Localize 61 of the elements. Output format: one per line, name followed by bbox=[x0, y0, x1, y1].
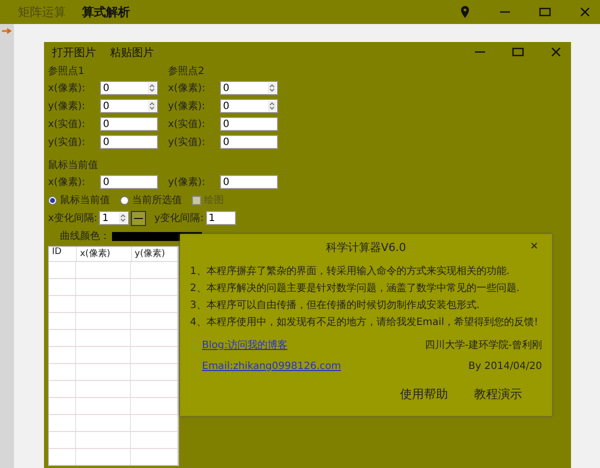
spin-field[interactable]: 0 bbox=[220, 81, 278, 95]
spinner-icon[interactable] bbox=[268, 101, 276, 111]
input-field[interactable]: 0 bbox=[220, 175, 278, 189]
dialog-button[interactable]: 使用帮助 bbox=[398, 385, 450, 404]
line-style-button[interactable] bbox=[131, 210, 146, 226]
column-header: x(像素) bbox=[76, 247, 132, 261]
dialog-title: 科学计算器V6.0 bbox=[326, 240, 406, 255]
arrow-icon bbox=[2, 28, 12, 34]
spin-field[interactable]: 1 bbox=[99, 211, 130, 225]
info-line: 3、本程序可以自由传播，但在传播的时候切勿制作成安装包形式. bbox=[190, 298, 481, 312]
radio-button[interactable] bbox=[48, 196, 57, 204]
field-label: x(像素): bbox=[48, 82, 86, 95]
spin-field[interactable]: 0 bbox=[100, 81, 158, 95]
info-line: 1、本程序摒弃了繁杂的界面，转采用输入命令的方式来实现相关的功能. bbox=[190, 264, 511, 278]
info-line: 4、本程序使用中，如发现有不足的地方，请给我发Email，希望得到您的反馈! bbox=[190, 316, 540, 329]
group-title: 参照点2 bbox=[168, 64, 206, 78]
field-label: y变化间隔: bbox=[154, 212, 204, 225]
radio-option[interactable]: 鼠标当前值 bbox=[48, 193, 110, 207]
input-field[interactable]: 0 bbox=[220, 117, 278, 131]
group-title: 鼠标当前值 bbox=[48, 158, 99, 172]
field-label: x(像素): bbox=[48, 176, 86, 189]
close-icon[interactable] bbox=[549, 45, 563, 59]
spinner-icon[interactable] bbox=[268, 83, 276, 93]
column-header: y(像素) bbox=[132, 247, 178, 261]
spin-field[interactable]: 0 bbox=[100, 99, 158, 113]
maximize-icon[interactable] bbox=[511, 45, 525, 59]
field-label: x(实值): bbox=[48, 118, 86, 131]
menu-tab[interactable]: 算式解析 bbox=[82, 4, 130, 20]
field-label: y(实值): bbox=[168, 136, 206, 149]
field-label: y(实值): bbox=[48, 136, 86, 149]
date-text: By 2014/04/20 bbox=[468, 361, 542, 372]
field-label: y(像素): bbox=[168, 100, 206, 113]
field-label: x(像素): bbox=[168, 82, 206, 95]
dialog-button[interactable]: 教程演示 bbox=[472, 385, 524, 404]
radio-button[interactable] bbox=[120, 196, 129, 204]
field-label: x(实值): bbox=[168, 118, 206, 131]
toolbar-button[interactable]: 粘贴图片 bbox=[110, 44, 154, 60]
field-label: y(像素): bbox=[48, 100, 86, 113]
close-button[interactable]: × bbox=[526, 238, 542, 253]
input-field[interactable]: 0 bbox=[100, 175, 158, 189]
spinner-icon[interactable] bbox=[148, 101, 156, 111]
radio-option[interactable]: 当前所选值 bbox=[120, 193, 182, 207]
location-pin-icon[interactable] bbox=[458, 5, 472, 19]
input-field[interactable]: 0 bbox=[100, 135, 158, 149]
field-label: x变化间隔: bbox=[48, 212, 98, 225]
line-icon bbox=[134, 216, 144, 220]
field-label: y(像素): bbox=[168, 176, 206, 189]
info-line: 2、本程序解决的问题主要是针对数学问题，涵盖了数学中常见的一些问题. bbox=[190, 282, 521, 295]
input-field[interactable]: 0 bbox=[220, 135, 278, 149]
spinner-icon[interactable] bbox=[148, 83, 156, 93]
input-field[interactable]: 0 bbox=[100, 117, 158, 131]
spinner-icon[interactable] bbox=[119, 213, 128, 223]
toolbar-button[interactable]: 打开图片 bbox=[52, 44, 96, 60]
field-label: 曲线颜色： bbox=[60, 230, 110, 243]
author-text: 四川大学-建环学院-曾利刚 bbox=[424, 338, 542, 352]
input-field[interactable]: 1 bbox=[206, 211, 236, 225]
column-header: ID bbox=[49, 247, 77, 261]
close-icon[interactable] bbox=[578, 5, 592, 19]
spin-field[interactable]: 0 bbox=[220, 99, 278, 113]
maximize-icon[interactable] bbox=[538, 5, 552, 19]
group-title: 参照点1 bbox=[48, 64, 86, 78]
